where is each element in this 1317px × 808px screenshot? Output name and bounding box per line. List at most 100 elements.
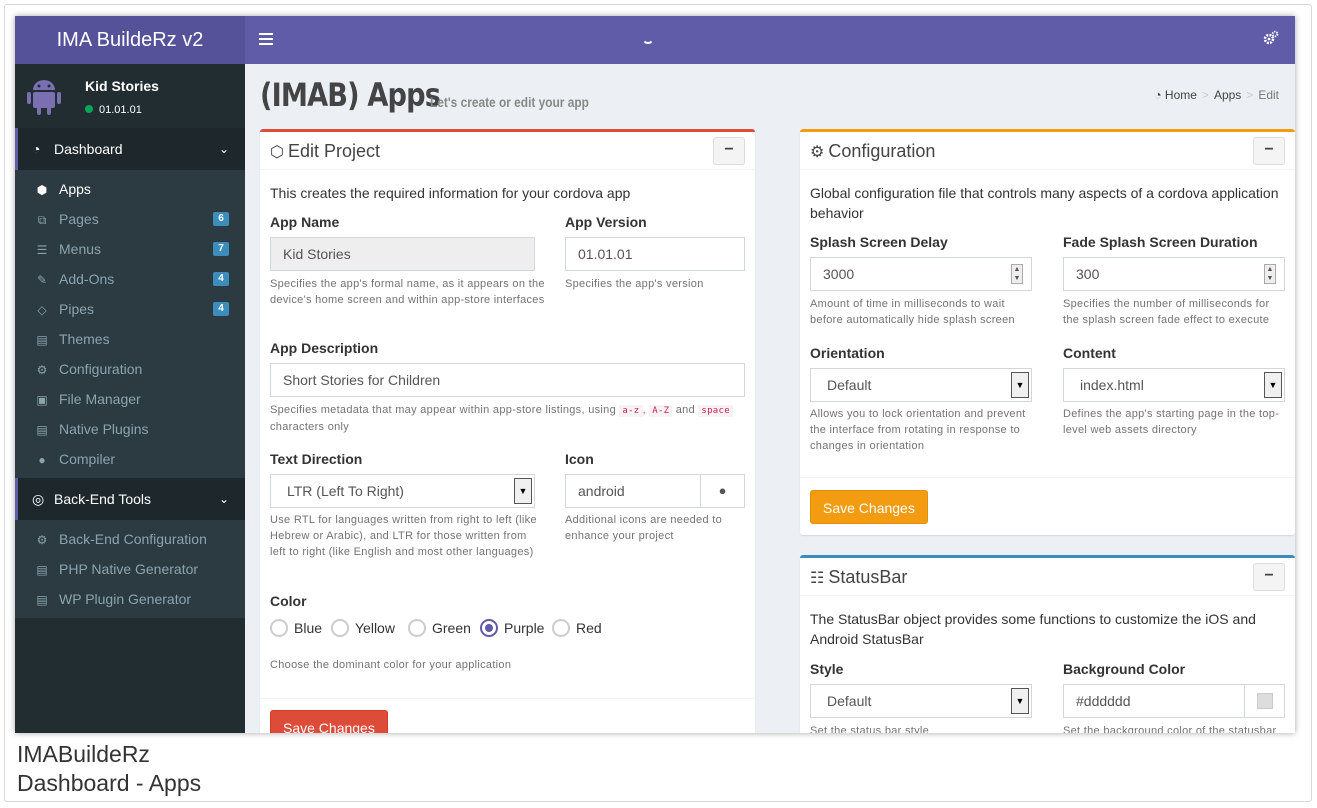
box-header: ☷ StatusBar − <box>800 558 1295 596</box>
radio-circle-icon <box>270 619 288 637</box>
sidebar-item-native-plugins[interactable]: ▤ Native Plugins <box>15 414 245 444</box>
radio-label: Yellow <box>355 620 395 636</box>
fade-duration-value: 300 <box>1076 266 1100 282</box>
sidebar-item-add-ons[interactable]: ✎ Add-Ons 4 <box>15 264 245 294</box>
color-radio-green[interactable]: Green <box>408 618 471 638</box>
config-save-button[interactable]: Save Changes <box>810 490 928 524</box>
count-badge: 4 <box>213 272 229 286</box>
file-code-icon: ▤ <box>36 423 48 437</box>
sidebar-item-file-manager[interactable]: ▣ File Manager <box>15 384 245 414</box>
online-dot-icon <box>85 105 93 113</box>
color-radio-blue[interactable]: Blue <box>270 618 322 638</box>
text-direction-value: LTR (Left To Right) <box>287 483 404 499</box>
style-value: Default <box>827 693 872 709</box>
radio-circle-icon <box>331 619 349 637</box>
app-name-label: App Name <box>270 214 340 230</box>
content-label: Content <box>1063 345 1116 361</box>
app-logo[interactable]: IMA BuildeRz v2 <box>15 16 245 64</box>
cubes-icon: ⬢ <box>36 183 48 197</box>
sidebar-dashboard-header[interactable]: ◔ Dashboard ⌄ <box>15 128 245 170</box>
sidebar-item-apps[interactable]: ⬢ Apps <box>15 174 245 204</box>
dropdown-arrow-icon[interactable]: ▼ <box>1011 372 1029 398</box>
background-color-input[interactable]: #dddddd <box>1063 684 1245 718</box>
fade-duration-input[interactable]: 300 ▲ ▼ <box>1063 257 1285 291</box>
sidebar-item-back-end-configuration[interactable]: ⚙ Back-End Configuration <box>15 524 245 554</box>
app-description-label: App Description <box>270 340 379 356</box>
sidebar-backend-header[interactable]: ◎ Back-End Tools ⌄ <box>15 478 245 520</box>
app-version-help: Specifies the app's version <box>565 278 704 290</box>
dropdown-arrow-icon[interactable]: ▼ <box>1264 372 1282 398</box>
configuration-box: ⚙ Configuration − Global configuration fi… <box>800 129 1295 535</box>
page-title: (IMAB) Apps <box>260 76 441 114</box>
sidebar-item-pipes[interactable]: ◇ Pipes 4 <box>15 294 245 324</box>
breadcrumb-separator: > <box>1246 88 1254 102</box>
dashboard-submenu: ⬢ Apps ⧉ Pages 6 ☰ Menus 7 ✎ Add-Ons 4 ◇ Pipes 4 ▤ Them… <box>15 170 245 478</box>
collapse-button[interactable]: − <box>1253 137 1285 165</box>
radio-label: Purple <box>504 620 545 636</box>
collapse-button[interactable]: − <box>1253 563 1285 591</box>
radio-circle-icon <box>408 619 426 637</box>
sidebar-backend-label: Back-End Tools <box>54 491 152 507</box>
help-text: characters only <box>270 421 350 433</box>
text-direction-help: Use RTL for languages written from right… <box>270 514 537 558</box>
sidebar-item-label: Themes <box>59 331 110 347</box>
sidebar-item-configuration[interactable]: ⚙ Configuration <box>15 354 245 384</box>
app-description-input[interactable]: Short Stories for Children <box>270 363 745 397</box>
orientation-select[interactable]: Default ▼ <box>810 368 1032 402</box>
sidebar-item-menus[interactable]: ☰ Menus 7 <box>15 234 245 264</box>
spinner-arrows-icon[interactable]: ▲ ▼ <box>1264 264 1276 284</box>
sidebar-toggle-icon[interactable] <box>259 30 273 50</box>
color-label: Color <box>270 593 307 609</box>
color-radio-purple[interactable]: Purple <box>480 618 544 638</box>
icon-input[interactable]: android <box>565 474 701 508</box>
edit-description: This creates the required information fo… <box>270 185 631 201</box>
cogs-icon[interactable] <box>1263 30 1279 51</box>
text-direction-select[interactable]: LTR (Left To Right) ▼ <box>270 474 535 508</box>
app-version-label: App Version <box>565 214 647 230</box>
box-title: ⚙ Configuration <box>810 141 935 162</box>
android-icon: ● <box>700 474 745 508</box>
edit-save-button[interactable]: Save Changes <box>270 710 388 733</box>
color-swatch-addon[interactable] <box>1244 684 1285 718</box>
sidebar-item-wp-plugin-generator[interactable]: ▤ WP Plugin Generator <box>15 584 245 614</box>
user-panel: Kid Stories 01.01.01 <box>15 64 245 128</box>
sidebar-item-compiler[interactable]: ● Compiler <box>15 444 245 474</box>
breadcrumb-separator: > <box>1201 88 1209 102</box>
background-color-label: Background Color <box>1063 661 1186 677</box>
dashboard-icon: ◔ <box>32 141 41 157</box>
collapse-button[interactable]: − <box>713 137 745 165</box>
edit-project-title: Edit Project <box>287 141 381 161</box>
code-icon: ◇ <box>37 303 47 317</box>
content-select[interactable]: index.html ▼ <box>1063 368 1285 402</box>
color-radio-red[interactable]: Red <box>552 618 602 638</box>
sidebar-item-pages[interactable]: ⧉ Pages 6 <box>15 204 245 234</box>
breadcrumb-apps[interactable]: Apps <box>1214 88 1241 102</box>
radio-label: Red <box>576 620 602 636</box>
spinner-arrows-icon[interactable]: ▲ ▼ <box>1011 264 1023 284</box>
caption: IMABuildeRz Dashboard - Apps <box>17 740 201 798</box>
files-icon: ⧉ <box>37 213 47 227</box>
statusbar-box: ☷ StatusBar − The StatusBar object provid… <box>800 555 1295 733</box>
app-name-input[interactable]: Kid Stories <box>270 237 535 271</box>
color-radio-yellow[interactable]: Yellow <box>331 618 395 638</box>
dropdown-arrow-icon[interactable]: ▼ <box>1011 688 1029 714</box>
main-content: (IMAB) Apps Let's create or edit your ap… <box>245 64 1295 733</box>
text-direction-label: Text Direction <box>270 451 363 467</box>
breadcrumb-home[interactable]: Home <box>1165 88 1197 102</box>
box-title: ⬡ Edit Project <box>270 141 380 162</box>
config-description: Global configuration file that controls … <box>810 185 1279 221</box>
edit-project-box: ⬡ Edit Project − This creates the require… <box>260 129 755 733</box>
sidebar-item-php-native-generator[interactable]: ▤ PHP Native Generator <box>15 554 245 584</box>
sidebar-item-themes[interactable]: ▤ Themes <box>15 324 245 354</box>
count-badge: 7 <box>213 242 229 256</box>
box-footer-divider <box>260 698 755 699</box>
sidebar-item-label: Compiler <box>59 451 116 467</box>
content-value: index.html <box>1080 377 1144 393</box>
splash-delay-label: Splash Screen Delay <box>810 234 948 250</box>
app-version-input[interactable]: 01.01.01 <box>565 237 745 271</box>
splash-delay-input[interactable]: 3000 ▲ ▼ <box>810 257 1032 291</box>
sidebar-item-label: Pages <box>59 211 99 227</box>
dropdown-arrow-icon[interactable]: ▼ <box>514 478 532 504</box>
radio-label: Green <box>432 620 471 636</box>
style-select[interactable]: Default ▼ <box>810 684 1032 718</box>
